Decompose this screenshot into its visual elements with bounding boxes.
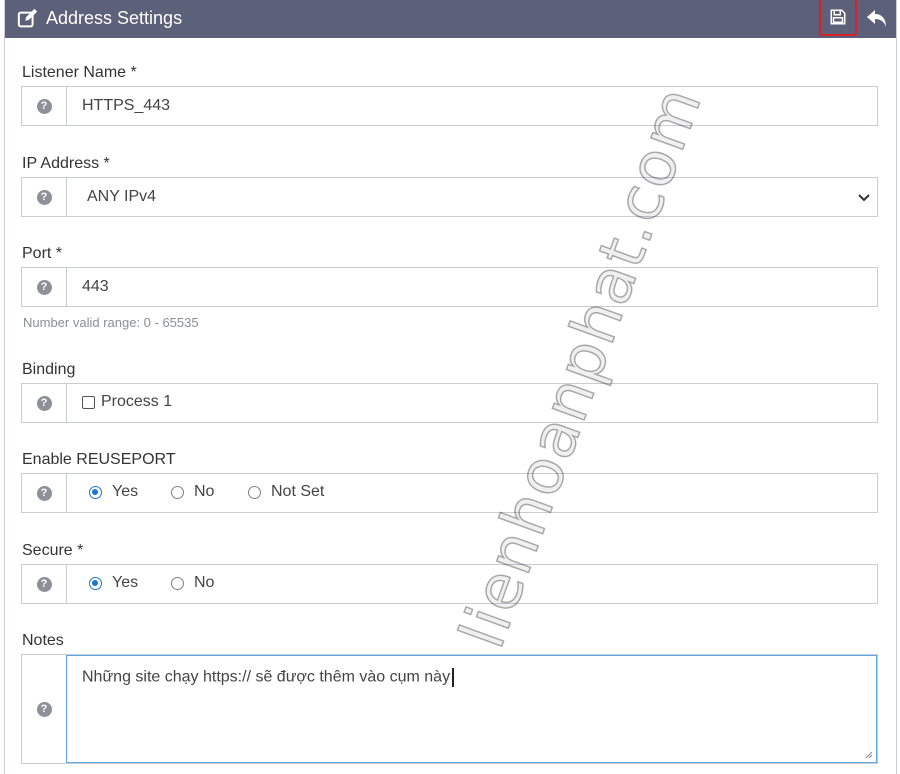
reuseport-field: ? Yes No Not Set xyxy=(21,473,878,513)
ip-address-value[interactable]: ANY IPv4 xyxy=(87,188,156,206)
edit-square-icon xyxy=(17,8,38,28)
radio[interactable] xyxy=(248,485,261,499)
binding-option-label: Process 1 xyxy=(101,393,173,410)
text-caret xyxy=(452,668,454,687)
option-label: Yes xyxy=(112,483,139,500)
help-button[interactable]: ? xyxy=(22,474,67,512)
option-label: Yes xyxy=(112,574,139,591)
question-circle-icon: ? xyxy=(36,701,52,717)
reuseport-label: Enable REUSEPORT xyxy=(22,451,176,468)
port-field[interactable]: ? 443 xyxy=(21,267,878,307)
binding-field: ? Process 1 xyxy=(21,383,878,423)
secure-label: Secure * xyxy=(22,542,84,559)
radio-selected[interactable] xyxy=(89,576,102,590)
port-input[interactable]: 443 xyxy=(82,278,109,296)
ip-address-select[interactable]: ? ANY IPv4 xyxy=(21,177,878,217)
question-circle-icon: ? xyxy=(36,395,52,411)
help-button[interactable]: ? xyxy=(22,268,67,306)
secure-option-yes[interactable]: Yes xyxy=(89,574,138,592)
secure-option-no[interactable]: No xyxy=(171,574,214,592)
port-hint: Number valid range: 0 - 65535 xyxy=(23,315,199,330)
binding-label: Binding xyxy=(22,361,76,378)
reuseport-option-yes[interactable]: Yes xyxy=(89,483,138,501)
option-label: No xyxy=(194,483,215,500)
question-circle-icon: ? xyxy=(36,98,52,114)
radio[interactable] xyxy=(171,576,184,590)
help-button[interactable]: ? xyxy=(22,178,67,216)
reuseport-option-no[interactable]: No xyxy=(171,483,214,501)
reuseport-option-not-set[interactable]: Not Set xyxy=(248,483,324,501)
process-checkbox[interactable] xyxy=(82,395,95,409)
question-circle-icon: ? xyxy=(36,189,52,205)
radio[interactable] xyxy=(171,485,184,499)
binding-option[interactable]: Process 1 xyxy=(82,393,172,411)
help-button[interactable]: ? xyxy=(22,87,67,125)
port-label: Port * xyxy=(22,245,63,262)
help-button[interactable]: ? xyxy=(22,565,67,603)
notes-label: Notes xyxy=(22,632,64,649)
save-button[interactable] xyxy=(819,0,857,36)
page-title: Address Settings xyxy=(46,8,183,28)
help-button[interactable]: ? xyxy=(22,655,67,763)
secure-field: ? Yes No xyxy=(21,564,878,604)
panel-header: Address Settings xyxy=(5,0,896,38)
notes-textarea[interactable]: Những site chạy https:// sẽ được thêm và… xyxy=(66,655,877,763)
listener-name-label: Listener Name * xyxy=(22,64,137,81)
option-label: No xyxy=(194,574,215,591)
question-circle-icon: ? xyxy=(36,279,52,295)
help-button[interactable]: ? xyxy=(22,384,67,422)
undo-arrow-icon[interactable] xyxy=(865,6,889,30)
listener-name-input[interactable]: HTTPS_443 xyxy=(82,97,170,115)
resize-grip-icon[interactable] xyxy=(865,751,873,759)
option-label: Not Set xyxy=(271,483,325,500)
radio-selected[interactable] xyxy=(89,485,102,499)
notes-text[interactable]: Những site chạy https:// sẽ được thêm và… xyxy=(82,668,454,687)
question-circle-icon: ? xyxy=(36,576,52,592)
ip-address-label: IP Address * xyxy=(22,155,110,172)
chevron-down-icon[interactable] xyxy=(857,190,871,204)
question-circle-icon: ? xyxy=(36,485,52,501)
address-settings-panel: Address Settings Listener Name * ? HTTPS… xyxy=(4,0,897,774)
notes-field: ? Những site chạy https:// sẽ được thêm … xyxy=(21,654,878,764)
floppy-disk-icon xyxy=(830,9,846,25)
listener-name-field[interactable]: ? HTTPS_443 xyxy=(21,86,878,126)
